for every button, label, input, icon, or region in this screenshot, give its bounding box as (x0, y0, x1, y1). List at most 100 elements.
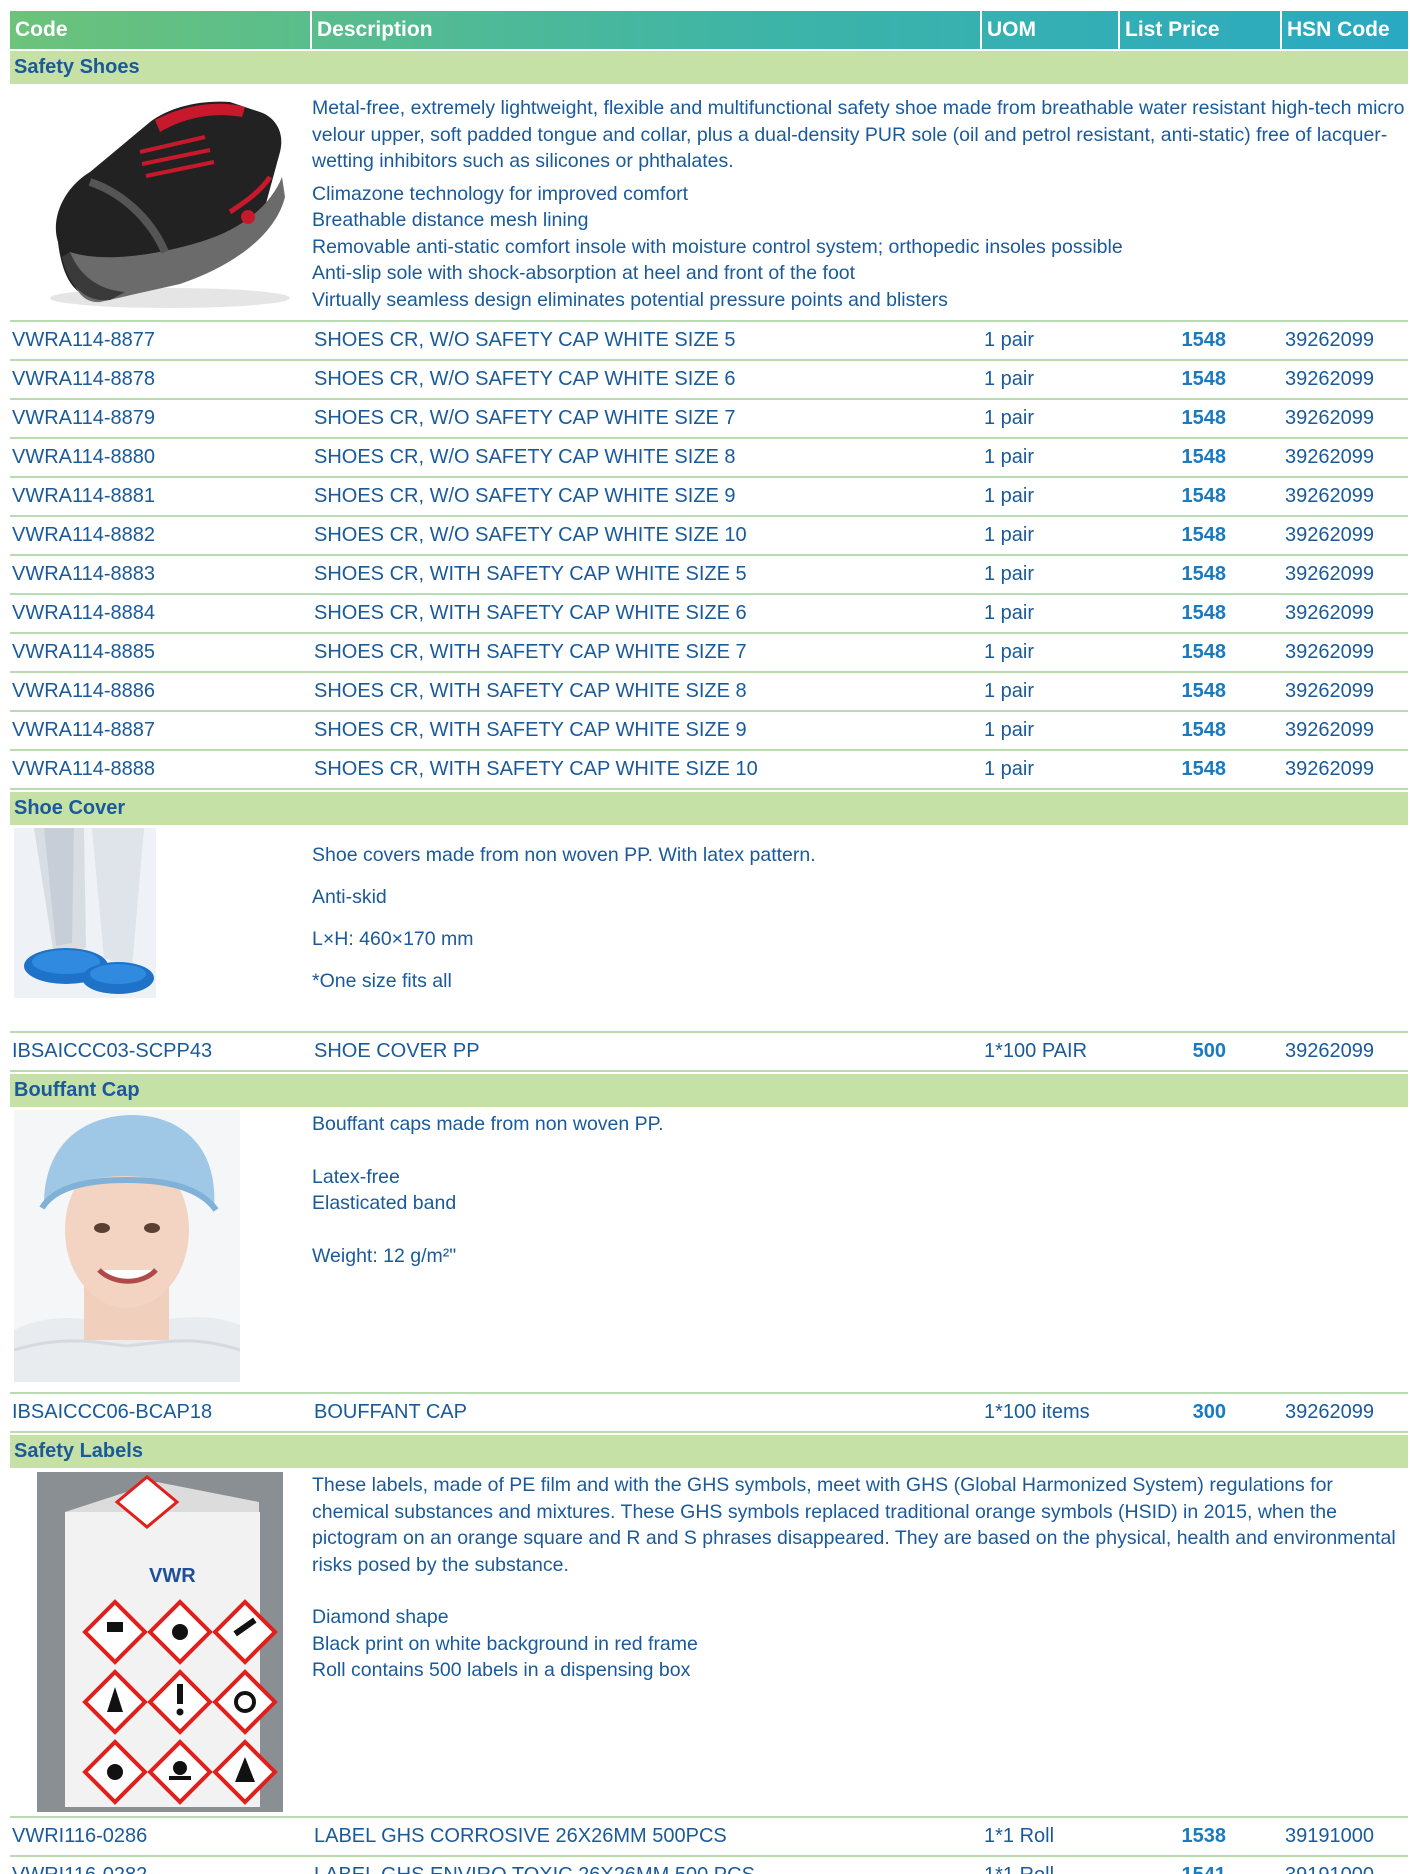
table-row: VWRA114-8887 SHOES CR, WITH SAFETY CAP WH… (10, 712, 1408, 751)
row-uom: 1 pair (982, 712, 1120, 749)
row-code: VWRA114-8881 (10, 478, 312, 515)
row-description: SHOE COVER PP (312, 1033, 982, 1070)
row-code: VWRA114-8882 (10, 517, 312, 554)
safety-shoe-image (10, 84, 312, 320)
row-uom: 1*100 PAIR (982, 1033, 1120, 1070)
feature-line: Virtually seamless design eliminates pot… (312, 288, 948, 311)
section-description-safety-shoes: Metal-free, extremely lightweight, flexi… (10, 84, 1408, 320)
header-list-price: List Price (1120, 11, 1282, 49)
row-hsn-code: 39262099 (1282, 595, 1408, 632)
row-uom: 1 pair (982, 634, 1120, 671)
row-description: SHOES CR, WITH SAFETY CAP WHITE SIZE 8 (312, 673, 982, 710)
row-description: SHOES CR, W/O SAFETY CAP WHITE SIZE 10 (312, 517, 982, 554)
shoe-cover-line: Anti-skid (312, 886, 387, 908)
row-uom: 1 pair (982, 478, 1120, 515)
section-title-bouffant-cap: Bouffant Cap (10, 1072, 1408, 1107)
row-list-price: 1548 (1120, 673, 1282, 710)
row-list-price: 1548 (1120, 595, 1282, 632)
row-list-price: 1541 (1120, 1857, 1282, 1874)
row-hsn-code: 39262099 (1282, 439, 1408, 476)
row-list-price: 300 (1120, 1394, 1282, 1431)
header-code: Code (10, 11, 312, 49)
feature-line: Climazone technology for improved comfor… (312, 182, 689, 205)
shoe-cover-line: L×H: 460×170 mm (312, 928, 474, 950)
row-hsn-code: 39262099 (1282, 1033, 1408, 1070)
table-row: VWRA114-8885 SHOES CR, WITH SAFETY CAP WH… (10, 634, 1408, 673)
row-hsn-code: 39191000 (1282, 1857, 1408, 1874)
safety-labels-paragraph: These labels, made of PE film and with t… (312, 1474, 1396, 1576)
row-code: VWRA114-8879 (10, 400, 312, 437)
table-row: VWRA114-8883 SHOES CR, WITH SAFETY CAP WH… (10, 556, 1408, 595)
table-row: VWRA114-8878 SHOES CR, W/O SAFETY CAP WHI… (10, 361, 1408, 400)
row-hsn-code: 39262099 (1282, 322, 1408, 359)
rows-bouffant-cap: IBSAICCC06-BCAP18 BOUFFANT CAP 1*100 items… (10, 1392, 1408, 1433)
bouffant-cap-line: Latex-free (312, 1165, 400, 1188)
table-row: VWRA114-8881 SHOES CR, W/O SAFETY CAP WHI… (10, 478, 1408, 517)
row-description: SHOES CR, W/O SAFETY CAP WHITE SIZE 9 (312, 478, 982, 515)
table-row: VWRI116-0282LABEL GHS ENVIRO TOXIC 26X26… (10, 1857, 1408, 1874)
table-row: VWRA114-8877 SHOES CR, W/O SAFETY CAP WHI… (10, 322, 1408, 361)
feature-line: Breathable distance mesh lining (312, 209, 589, 231)
row-code: VWRA114-8888 (10, 751, 312, 788)
row-description: SHOES CR, W/O SAFETY CAP WHITE SIZE 8 (312, 439, 982, 476)
row-uom: 1 pair (982, 751, 1120, 788)
vwr-logo-text: VWR (149, 1565, 196, 1587)
row-list-price: 1548 (1120, 517, 1282, 554)
row-hsn-code: 39262099 (1282, 517, 1408, 554)
row-uom: 1 pair (982, 361, 1120, 398)
row-hsn-code: 39262099 (1282, 400, 1408, 437)
row-description: LABEL GHS ENVIRO TOXIC 26X26MM 500 PCS (312, 1857, 982, 1874)
row-description: SHOES CR, WITH SAFETY CAP WHITE SIZE 9 (312, 712, 982, 749)
rows-shoe-cover: IBSAICCC03-SCPP43 SHOE COVER PP 1*100 PAIR… (10, 1031, 1408, 1072)
row-hsn-code: 39262099 (1282, 712, 1408, 749)
bouffant-cap-image (10, 1107, 312, 1392)
row-uom: 1 pair (982, 595, 1120, 632)
header-description: Description (312, 11, 982, 49)
row-uom: 1*100 items (982, 1394, 1120, 1431)
row-description: SHOES CR, WITH SAFETY CAP WHITE SIZE 7 (312, 634, 982, 671)
row-code: VWRA114-8887 (10, 712, 312, 749)
section-title-safety-labels: Safety Labels (10, 1433, 1408, 1468)
row-uom: 1 pair (982, 673, 1120, 710)
table-row: IBSAICCC06-BCAP18 BOUFFANT CAP 1*100 items… (10, 1394, 1408, 1433)
row-hsn-code: 39262099 (1282, 556, 1408, 593)
row-code: VWRA114-8886 (10, 673, 312, 710)
row-uom: 1 pair (982, 439, 1120, 476)
feature-line: Removable anti-static comfort insole wit… (312, 235, 1123, 258)
row-hsn-code: 39262099 (1282, 634, 1408, 671)
row-uom: 1 pair (982, 400, 1120, 437)
row-uom: 1*1 Roll (982, 1857, 1120, 1874)
row-description: SHOES CR, W/O SAFETY CAP WHITE SIZE 7 (312, 400, 982, 437)
rows-safety-shoes: VWRA114-8877 SHOES CR, W/O SAFETY CAP WHI… (10, 320, 1408, 790)
row-hsn-code: 39191000 (1282, 1818, 1408, 1855)
row-uom: 1 pair (982, 517, 1120, 554)
row-code: VWRI116-0286 (10, 1818, 312, 1855)
feature-line: Black print on white background in red f… (312, 1632, 698, 1655)
table-row: VWRA114-8886 SHOES CR, WITH SAFETY CAP WH… (10, 673, 1408, 712)
row-code: IBSAICCC03-SCPP43 (10, 1033, 312, 1070)
shoe-cover-image (10, 825, 312, 1031)
row-description: SHOES CR, WITH SAFETY CAP WHITE SIZE 6 (312, 595, 982, 632)
header-uom: UOM (982, 11, 1120, 49)
table-row: VWRA114-8880 SHOES CR, W/O SAFETY CAP WHI… (10, 439, 1408, 478)
row-uom: 1*1 Roll (982, 1818, 1120, 1855)
row-hsn-code: 39262099 (1282, 751, 1408, 788)
table-row: VWRA114-8888 SHOES CR, WITH SAFETY CAP WH… (10, 751, 1408, 790)
row-code: VWRA114-8880 (10, 439, 312, 476)
row-code: VWRI116-0282 (10, 1857, 312, 1874)
safety-labels-image: VWR (10, 1468, 312, 1816)
feature-line: Anti-slip sole with shock-absorption at … (312, 262, 856, 284)
row-list-price: 1548 (1120, 634, 1282, 671)
row-list-price: 1548 (1120, 556, 1282, 593)
table-row: VWRA114-8879 SHOES CR, W/O SAFETY CAP WHI… (10, 400, 1408, 439)
row-uom: 1 pair (982, 322, 1120, 359)
row-code: IBSAICCC06-BCAP18 (10, 1394, 312, 1431)
row-code: VWRA114-8884 (10, 595, 312, 632)
table-row: IBSAICCC03-SCPP43 SHOE COVER PP 1*100 PAIR… (10, 1033, 1408, 1072)
bouffant-cap-line: Weight: 12 g/m²" (312, 1244, 457, 1267)
row-list-price: 1548 (1120, 712, 1282, 749)
row-description: SHOES CR, W/O SAFETY CAP WHITE SIZE 6 (312, 361, 982, 398)
row-code: VWRA114-8877 (10, 322, 312, 359)
section-description-shoe-cover: Shoe covers made from non woven PP. With… (10, 825, 1408, 1031)
rows-safety-labels: VWRI116-0286 LABEL GHS CORROSIVE 26X26MM … (10, 1816, 1408, 1874)
